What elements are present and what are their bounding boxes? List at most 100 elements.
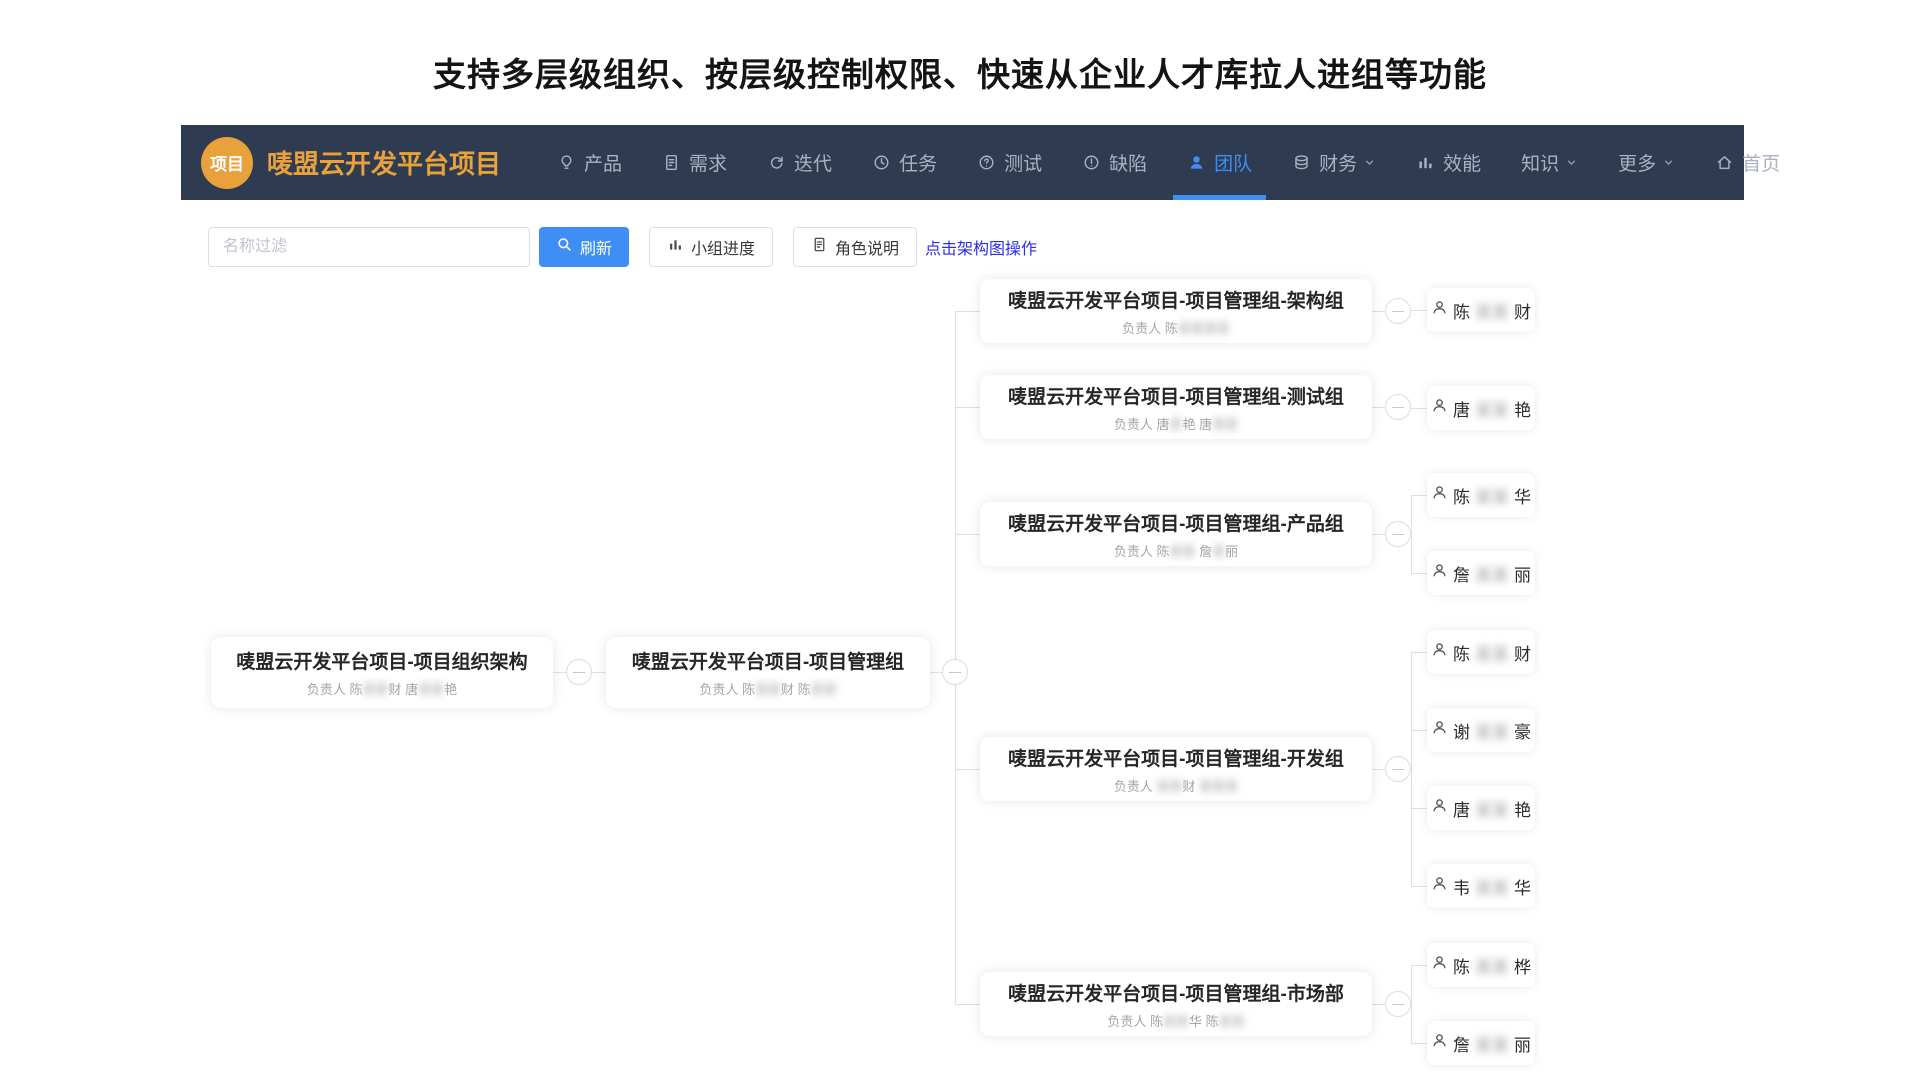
collapse-toggle[interactable]	[1385, 298, 1411, 324]
collapse-toggle[interactable]	[1385, 756, 1411, 782]
member-node[interactable]: 谢某某豪	[1427, 708, 1535, 752]
org-node-group-architecture[interactable]: 唛盟云开发平台项目-项目管理组-架构组 负责人 陈某某某某	[980, 279, 1372, 343]
text: 负责人 唐	[1114, 417, 1170, 432]
org-node-group-development[interactable]: 唛盟云开发平台项目-项目管理组-开发组 负责人 某某财 某某某	[980, 737, 1372, 801]
text: 负责人 陈	[307, 682, 363, 697]
connector-line	[1411, 310, 1427, 311]
text: 豪	[1514, 718, 1531, 743]
chevron-down-icon	[1567, 156, 1578, 169]
member-node[interactable]: 韦某某华	[1427, 864, 1535, 908]
connector-line	[1411, 652, 1427, 653]
member-node[interactable]: 詹某某丽	[1427, 1021, 1535, 1065]
org-node-group-marketing[interactable]: 唛盟云开发平台项目-项目管理组-市场部 负责人 陈某某华 陈某某	[980, 972, 1372, 1036]
connector-line	[1411, 730, 1427, 731]
nav-item-more[interactable]: 更多	[1618, 125, 1675, 200]
org-node-manager[interactable]: 唛盟云开发平台项目-项目管理组 负责人 陈某某财 陈某某	[606, 637, 930, 708]
text: 艳 唐	[1183, 417, 1213, 432]
question-circle-icon	[977, 153, 996, 172]
nav-item-label: 产品	[584, 149, 622, 176]
connector-line	[1411, 495, 1412, 573]
text: 财	[1183, 779, 1200, 794]
app-frame: 项目 唛盟云开发平台项目 产品需求迭代任务测试缺陷团队财务效能知识更多首页 刷新…	[181, 125, 1744, 1080]
text: 谢	[1453, 718, 1470, 743]
node-leader: 负责人 陈某某华 陈某某	[1107, 1011, 1244, 1030]
text: 华	[1514, 483, 1531, 508]
connector-line	[1372, 534, 1385, 535]
text: 唐	[1453, 396, 1470, 421]
connector-line	[1411, 573, 1427, 574]
nav-item-efficiency[interactable]: 效能	[1416, 125, 1481, 200]
nav-item-label: 更多	[1618, 149, 1656, 176]
member-node[interactable]: 陈某某华	[1427, 473, 1535, 517]
censored-text: 某某某某	[1178, 321, 1230, 336]
text: 丽	[1514, 1031, 1531, 1056]
connector-line	[553, 672, 566, 673]
censored-text: 某某	[1156, 779, 1182, 794]
nav-item-requirement[interactable]: 需求	[662, 125, 727, 200]
text: 陈	[1453, 953, 1470, 978]
home-icon	[1715, 153, 1734, 172]
nav-item-knowledge[interactable]: 知识	[1521, 125, 1578, 200]
nav-item-iteration[interactable]: 迭代	[767, 125, 832, 200]
collapse-toggle[interactable]	[942, 659, 968, 685]
censored-text: 某某	[362, 682, 388, 697]
nav-item-task[interactable]: 任务	[872, 125, 937, 200]
nav-item-home[interactable]: 首页	[1715, 125, 1780, 200]
connector-line	[1372, 311, 1385, 312]
org-node-group-testing[interactable]: 唛盟云开发平台项目-项目管理组-测试组 负责人 唐某艳 唐某某	[980, 375, 1372, 439]
connector-line	[955, 1004, 980, 1005]
org-node-group-product[interactable]: 唛盟云开发平台项目-项目管理组-产品组 负责人 陈某某 詹某丽	[980, 502, 1372, 566]
node-title: 唛盟云开发平台项目-项目管理组-测试组	[1008, 382, 1344, 409]
member-node[interactable]: 唐某某艳	[1427, 386, 1535, 430]
nav-item-test[interactable]: 测试	[977, 125, 1042, 200]
text: 财	[1514, 298, 1531, 323]
nav-item-defect[interactable]: 缺陷	[1082, 125, 1147, 200]
person-icon	[1431, 797, 1448, 819]
collapse-toggle[interactable]	[1385, 394, 1411, 420]
text: 财 唐	[388, 682, 418, 697]
person-icon	[1431, 641, 1448, 663]
collapse-toggle[interactable]	[1385, 991, 1411, 1017]
text: 桦	[1514, 953, 1531, 978]
connector-line	[1411, 408, 1427, 409]
nav-item-label: 缺陷	[1109, 149, 1147, 176]
text: 艳	[1514, 796, 1531, 821]
nav-item-label: 首页	[1742, 149, 1780, 176]
node-title: 唛盟云开发平台项目-项目管理组-开发组	[1008, 744, 1344, 771]
clock-icon	[872, 153, 891, 172]
text: 丽	[1225, 544, 1238, 559]
member-node[interactable]: 唐某某艳	[1427, 786, 1535, 830]
org-node-root[interactable]: 唛盟云开发平台项目-项目组织架构 负责人 陈某某财 唐某某艳	[211, 637, 553, 708]
person-icon	[1431, 954, 1448, 976]
text: 财	[1514, 640, 1531, 665]
collapse-toggle[interactable]	[1385, 521, 1411, 547]
censored-text: 某某	[811, 682, 837, 697]
person-icon	[1431, 719, 1448, 741]
text: 韦	[1453, 874, 1470, 899]
member-node[interactable]: 詹某某丽	[1427, 551, 1535, 595]
nav-item-team[interactable]: 团队	[1187, 125, 1252, 200]
person-icon	[1431, 1032, 1448, 1054]
node-title: 唛盟云开发平台项目-项目管理组-架构组	[1008, 286, 1344, 313]
node-leader: 负责人 陈某某财 唐某某艳	[307, 679, 457, 698]
connector-line	[1411, 652, 1412, 886]
censored-text: 某某某	[1199, 779, 1238, 794]
nav-item-product[interactable]: 产品	[557, 125, 622, 200]
connector-line	[955, 769, 980, 770]
project-logo: 项目	[201, 137, 253, 189]
collapse-toggle[interactable]	[566, 659, 592, 685]
exclamation-circle-icon	[1082, 153, 1101, 172]
connector-line	[1411, 495, 1427, 496]
bar-chart-icon	[1416, 153, 1435, 172]
member-node[interactable]: 陈某某财	[1427, 630, 1535, 674]
member-node[interactable]: 陈某某财	[1427, 288, 1535, 332]
chevron-down-icon	[1365, 156, 1376, 169]
person-icon	[1431, 397, 1448, 419]
nav-item-finance[interactable]: 财务	[1292, 125, 1376, 200]
text: 詹	[1453, 1031, 1470, 1056]
censored-text: 某某	[1169, 544, 1195, 559]
member-node[interactable]: 陈某某桦	[1427, 943, 1535, 987]
connector-line	[955, 407, 980, 408]
censored-text: 某某	[418, 682, 444, 697]
text: 唐	[1453, 796, 1470, 821]
